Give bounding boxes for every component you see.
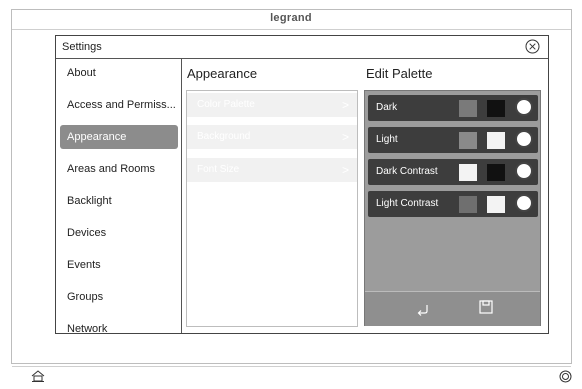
undo-icon[interactable]	[415, 300, 431, 316]
palette-row-label: Dark	[376, 102, 398, 113]
chevron-right-icon: >	[341, 130, 349, 144]
sidebar-item-about[interactable]: About	[60, 61, 178, 85]
color-swatch[interactable]	[459, 100, 477, 117]
select-radio[interactable]	[515, 130, 533, 148]
list-item-font-size[interactable]: Font Size >	[187, 158, 357, 182]
sidebar-item-appearance[interactable]: Appearance	[60, 125, 178, 149]
palette-row-label: Light	[376, 134, 398, 145]
chevron-right-icon: >	[341, 98, 349, 112]
appearance-list: Color Palette > Background > Font Size >	[186, 90, 358, 327]
palette-row-light[interactable]: Light	[368, 127, 538, 153]
top-divider	[12, 29, 571, 30]
sidebar-item-label: Devices	[67, 227, 107, 239]
palette-row-label: Light Contrast	[376, 198, 439, 209]
bottom-divider	[12, 366, 571, 367]
sidebar-item-label: Backlight	[67, 195, 112, 207]
color-swatch[interactable]	[487, 164, 505, 181]
sidebar-item-access-and-permissions[interactable]: Access and Permiss...	[60, 93, 178, 117]
save-icon[interactable]	[478, 299, 494, 315]
appearance-title: Appearance	[187, 66, 258, 81]
sidebar-item-label: Access and Permiss...	[67, 99, 176, 111]
sidebar-item-label: Network	[67, 323, 108, 333]
color-swatch[interactable]	[487, 196, 505, 213]
power-circle-icon[interactable]	[559, 370, 572, 383]
color-swatch[interactable]	[487, 100, 505, 117]
dialog-header: Settings	[56, 36, 548, 59]
dialog-title: Settings	[62, 41, 102, 53]
sidebar-item-groups[interactable]: Groups	[60, 285, 178, 309]
settings-sidebar: About Access and Permiss... Appearance A…	[56, 59, 182, 333]
sidebar-item-label: Events	[67, 259, 101, 271]
settings-dialog: Settings About Access and Permiss... App…	[55, 35, 549, 334]
sidebar-item-devices[interactable]: Devices	[60, 221, 178, 245]
palette-row-dark[interactable]: Dark	[368, 95, 538, 121]
palette-row-light-contrast[interactable]: Light Contrast	[368, 191, 538, 217]
color-swatch[interactable]	[459, 196, 477, 213]
sidebar-item-label: Groups	[67, 291, 104, 303]
brand-logo: legrand	[270, 12, 312, 24]
palette-panel: Dark Light Dark Contrast Light Contrast	[364, 90, 541, 326]
color-swatch[interactable]	[459, 164, 477, 181]
select-radio[interactable]	[515, 194, 533, 212]
color-swatch[interactable]	[459, 132, 477, 149]
palette-row-dark-contrast[interactable]: Dark Contrast	[368, 159, 538, 185]
palette-footer	[365, 291, 540, 326]
home-icon[interactable]	[31, 370, 45, 382]
list-item-label: Background	[197, 131, 251, 142]
sidebar-item-network[interactable]: Network	[60, 317, 178, 333]
select-radio[interactable]	[515, 98, 533, 116]
sidebar-item-backlight[interactable]: Backlight	[60, 189, 178, 213]
close-icon[interactable]	[525, 39, 540, 54]
list-item-color-palette[interactable]: Color Palette >	[187, 93, 357, 117]
sidebar-item-label: Areas and Rooms	[67, 163, 156, 175]
palette-row-label: Dark Contrast	[376, 166, 438, 177]
sidebar-item-areas-and-rooms[interactable]: Areas and Rooms	[60, 157, 178, 181]
list-item-label: Font Size	[197, 164, 240, 175]
list-item-background[interactable]: Background >	[187, 125, 357, 149]
edit-palette-title: Edit Palette	[366, 66, 433, 81]
color-swatch[interactable]	[487, 132, 505, 149]
chevron-right-icon: >	[341, 163, 349, 177]
list-item-label: Color Palette	[197, 99, 255, 110]
sidebar-item-label: About	[67, 67, 96, 79]
select-radio[interactable]	[515, 162, 533, 180]
sidebar-item-label: Appearance	[67, 131, 127, 143]
sidebar-item-events[interactable]: Events	[60, 253, 178, 277]
